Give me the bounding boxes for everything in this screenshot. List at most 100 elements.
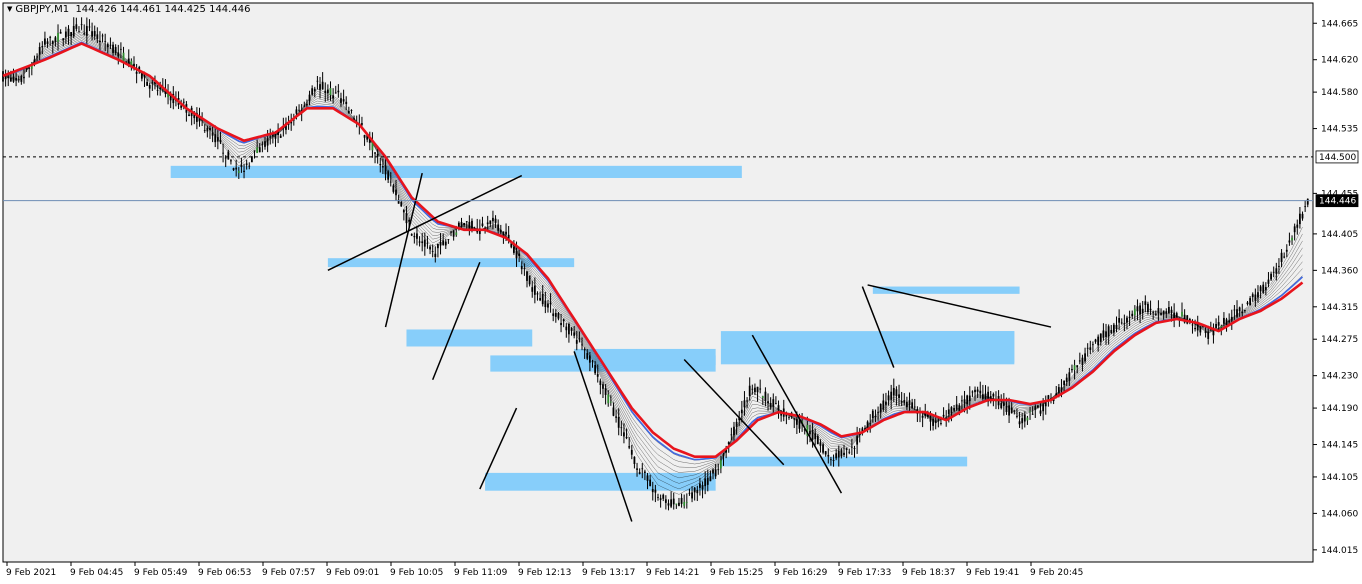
candle-body xyxy=(188,114,190,117)
candle-body xyxy=(1291,237,1293,241)
candle-body xyxy=(1236,309,1238,317)
candle-body xyxy=(657,497,659,498)
candle-body xyxy=(979,390,982,394)
candle-body xyxy=(376,153,379,157)
candle-body xyxy=(44,38,46,45)
candle-body xyxy=(1246,302,1249,305)
candle-body xyxy=(148,84,151,89)
candle-body xyxy=(850,446,853,448)
candle-body xyxy=(654,489,657,493)
candle-body xyxy=(981,394,984,399)
candle-body xyxy=(219,140,222,143)
candle-body xyxy=(837,450,840,458)
candle-body xyxy=(363,135,366,138)
candle-body xyxy=(248,165,251,167)
candle-body xyxy=(54,37,57,43)
candle-body xyxy=(727,442,730,445)
candle-body xyxy=(1154,313,1157,315)
candle-body xyxy=(222,152,224,154)
zone-rect xyxy=(406,329,533,347)
dropdown-triangle-icon[interactable]: ▼ xyxy=(7,5,12,13)
candle-body xyxy=(699,483,701,488)
candle-body xyxy=(649,479,652,487)
candle-body xyxy=(1097,336,1100,346)
candle-body xyxy=(203,130,206,131)
candle-body xyxy=(1293,226,1296,233)
candle-body xyxy=(628,446,631,448)
candle-body xyxy=(953,408,955,411)
candle-body xyxy=(332,95,335,99)
candle-body xyxy=(895,389,898,397)
candle-body xyxy=(387,171,390,180)
candle-body xyxy=(104,41,107,43)
candle-body xyxy=(1199,326,1202,333)
candle-body xyxy=(971,391,974,393)
candle-body xyxy=(41,46,44,48)
candle-body xyxy=(693,487,696,493)
candle-body xyxy=(733,426,735,436)
candle-body xyxy=(117,52,120,57)
candle-body xyxy=(573,332,576,336)
candle-body xyxy=(706,477,709,485)
candle-body xyxy=(337,90,340,93)
candle-body xyxy=(389,181,392,183)
candle-body xyxy=(1233,309,1236,311)
y-tick-label: 144.190 xyxy=(1321,404,1358,414)
candle-body xyxy=(269,136,272,138)
y-tick-label: 144.145 xyxy=(1321,441,1358,451)
candle-body xyxy=(1105,331,1107,337)
candle-body xyxy=(465,221,468,223)
candle-body xyxy=(678,502,680,506)
candle-body xyxy=(120,48,122,50)
candle-body xyxy=(840,450,843,457)
candle-body xyxy=(824,451,827,455)
candle-body xyxy=(932,418,934,426)
candle-body xyxy=(1267,279,1270,284)
candle-body xyxy=(515,250,518,259)
candle-body xyxy=(683,501,686,506)
candle-body xyxy=(539,298,541,301)
y-tick-label: 144.105 xyxy=(1321,473,1358,483)
candle-body xyxy=(1304,206,1307,208)
price-chart[interactable]: 144.665144.620144.580144.535144.455144.4… xyxy=(0,0,1362,584)
candle-body xyxy=(746,400,748,402)
candle-body xyxy=(418,241,421,243)
candle-body xyxy=(75,24,78,29)
candle-body xyxy=(1223,317,1225,324)
y-tick-label: 144.360 xyxy=(1321,266,1358,276)
candle-body xyxy=(557,313,560,319)
candle-body xyxy=(874,415,877,418)
x-tick-label: 9 Feb 12:13 xyxy=(518,568,571,578)
y-tick-label: 144.620 xyxy=(1321,56,1358,66)
candle-body xyxy=(950,407,953,414)
candle-body xyxy=(942,414,945,417)
x-tick-label: 9 Feb 18:37 xyxy=(902,568,955,578)
candle-body xyxy=(240,164,243,168)
candle-body xyxy=(468,221,471,229)
candle-body xyxy=(1065,377,1068,382)
candle-body xyxy=(651,489,654,493)
candle-body xyxy=(940,423,942,424)
candle-body xyxy=(334,92,337,94)
candle-body xyxy=(434,253,437,258)
candle-body xyxy=(308,94,311,101)
candle-body xyxy=(1118,318,1121,323)
candle-body xyxy=(1270,273,1272,280)
candle-body xyxy=(968,395,971,402)
candle-body xyxy=(1257,292,1259,298)
candle-body xyxy=(489,220,492,225)
candle-body xyxy=(1068,372,1071,381)
candle-body xyxy=(526,271,528,281)
candle-body xyxy=(1000,402,1003,409)
candle-body xyxy=(463,222,466,226)
candle-body xyxy=(586,352,589,359)
candle-body xyxy=(882,400,885,410)
candle-body xyxy=(1026,417,1029,421)
x-tick-label: 9 Feb 11:09 xyxy=(454,568,508,578)
candle-body xyxy=(1249,298,1252,306)
candle-body xyxy=(1018,421,1021,425)
candle-body xyxy=(237,170,240,174)
candle-body xyxy=(101,35,104,37)
x-tick-label: 9 Feb 14:21 xyxy=(646,568,699,578)
x-tick-label: 9 Feb 17:33 xyxy=(838,568,891,578)
